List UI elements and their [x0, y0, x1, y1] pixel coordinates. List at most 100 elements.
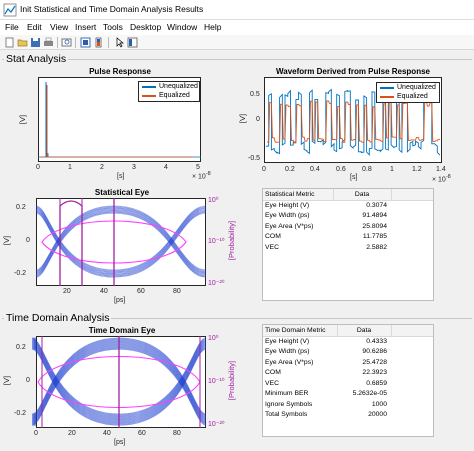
legend-entry: Unequalized: [139, 82, 199, 91]
stat-eye-y2tick: 10⁻²⁰: [208, 280, 225, 287]
time-metrics-table-panel: Time Domain Metric Data Eye Height (V) 0.…: [262, 324, 434, 437]
time-eye-xtick: 80: [173, 430, 181, 437]
stat-eye-xtick: 80: [173, 288, 181, 295]
pulse-legend[interactable]: Unequalized Equalized: [138, 81, 200, 102]
menu-bar: File Edit View Insert Tools Desktop Wind…: [0, 20, 474, 35]
menu-window[interactable]: Window: [167, 22, 197, 32]
stat-eye-ytick: 0: [26, 237, 30, 244]
waveform-xtick: 1: [390, 166, 394, 173]
toolbar: [0, 35, 474, 50]
table-row[interactable]: Eye Height (V) 0.3074: [263, 200, 433, 211]
table-row[interactable]: Eye Width (ps) 91.4894: [263, 211, 433, 222]
property-editor-icon[interactable]: [127, 37, 138, 48]
time-eye-plot: [31, 336, 207, 428]
pulse-xtick: 4: [164, 164, 168, 171]
table-row[interactable]: Eye Area (V*ps) 25.8094: [263, 221, 433, 232]
stat-eye-xtick: 40: [100, 288, 108, 295]
print-icon[interactable]: [43, 37, 54, 48]
stat-eye-title: Statistical Eye: [94, 188, 150, 197]
waveform-ytick: 0.5: [250, 91, 260, 98]
legend-entry: Equalized: [377, 92, 439, 101]
pulse-exponent: × 10-8: [192, 171, 211, 181]
menu-view[interactable]: View: [50, 22, 68, 32]
open-icon[interactable]: [17, 37, 28, 48]
table-row[interactable]: VEC 0.6859: [263, 378, 433, 389]
time-eye-y2label: [Probability]: [227, 360, 237, 401]
table-row[interactable]: Eye Height (V) 0.4333: [263, 336, 433, 347]
pulse-title: Pulse Response: [89, 67, 151, 76]
time-eye-ytick: 0.2: [16, 344, 26, 351]
table-row[interactable]: Minimum BER 5.2632e-05: [263, 389, 433, 400]
table-row[interactable]: COM 11.7785: [263, 232, 433, 243]
matlab-figure-icon: [3, 3, 17, 17]
bathtub-curve: [59, 200, 83, 286]
time-eye-title: Time Domain Eye: [88, 326, 156, 335]
stat-eye-ytick: -0.2: [14, 270, 27, 277]
waveform-legend[interactable]: Unequalized Equalized: [376, 82, 440, 103]
waveform-equalized-trace: [267, 100, 440, 144]
stat-eye-xtick: 20: [63, 288, 71, 295]
link-plot-icon[interactable]: [80, 37, 91, 48]
table-header[interactable]: Time Domain Metric: [263, 325, 338, 337]
time-metrics-table: Time Domain Metric Data Eye Height (V) 0.…: [263, 325, 433, 420]
toolbar-separator: [108, 37, 109, 48]
table-header[interactable]: Data: [333, 189, 392, 201]
waveform-xtick: 1.2: [412, 166, 422, 173]
toolbar-separator: [75, 37, 76, 48]
time-eye-xtick: 20: [68, 430, 76, 437]
time-eye-xtick: 60: [138, 430, 146, 437]
toolbar-separator: [57, 37, 58, 48]
print-preview-icon[interactable]: [61, 37, 72, 48]
time-eye-xlabel: [ps]: [114, 439, 126, 446]
menu-tools[interactable]: Tools: [103, 22, 123, 32]
legend-entry: Equalized: [139, 91, 199, 100]
waveform-ytick: -0.5: [248, 155, 261, 162]
stat-eye-y2tick: 10⁻¹⁰: [208, 238, 225, 245]
save-icon[interactable]: [30, 37, 41, 48]
legend-entry: Unequalized: [377, 83, 439, 92]
table-row[interactable]: Ignore Symbols 1000: [263, 399, 433, 410]
waveform-xtick: 0.6: [336, 166, 346, 173]
time-eye-ytick: 0: [26, 377, 30, 384]
stat-eye-xtick: 60: [137, 288, 145, 295]
stat-eye-y2label: [Probability]: [227, 220, 237, 261]
pulse-xtick: 0: [36, 164, 40, 171]
insert-colorbar-icon[interactable]: [93, 37, 104, 48]
time-eye-xtick: 0: [34, 430, 38, 437]
waveform-xtick: 0.4: [310, 166, 320, 173]
pulse-ylabel: [V]: [18, 114, 28, 125]
pulse-xlabel: [s]: [117, 173, 125, 180]
waveform-xtick: 0.2: [285, 166, 295, 173]
table-row[interactable]: VEC 2.5882: [263, 242, 433, 253]
time-eye-xtick: 40: [103, 430, 111, 437]
waveform-ylabel: [V]: [238, 113, 248, 124]
pulse-xtick: 2: [100, 164, 104, 171]
pulse-xtick: 5: [196, 164, 200, 171]
table-row[interactable]: COM 22.3923: [263, 368, 433, 379]
waveform-xtick: 0.8: [362, 166, 372, 173]
time-eye-ytick: -0.2: [14, 410, 27, 417]
menu-help[interactable]: Help: [204, 22, 221, 32]
pointer-icon[interactable]: [114, 37, 125, 48]
new-icon[interactable]: [4, 37, 15, 48]
table-row[interactable]: Eye Area (V*ps) 25.4728: [263, 357, 433, 368]
pulse-xtick: 1: [68, 164, 72, 171]
menu-edit[interactable]: Edit: [27, 22, 42, 32]
waveform-title: Waveform Derived from Pulse Response: [276, 67, 430, 76]
table-row[interactable]: Total Symbols 20000: [263, 410, 433, 421]
table-header[interactable]: Data: [337, 325, 392, 337]
menu-desktop[interactable]: Desktop: [130, 22, 161, 32]
waveform-xlabel: [s]: [350, 174, 358, 181]
stat-metrics-table: Statistical Metric Data Eye Height (V) 0.…: [263, 189, 433, 253]
stat-panel-title: Stat Analysis: [4, 53, 69, 65]
table-row[interactable]: Eye Width (ps) 90.6286: [263, 347, 433, 358]
window-title: Init Statistical and Time Domain Analysi…: [20, 4, 204, 14]
time-eye-y2tick: 10⁰: [208, 335, 219, 342]
title-bar: Init Statistical and Time Domain Analysi…: [0, 0, 474, 20]
waveform-exponent: × 10-8: [432, 174, 451, 184]
pulse-xtick: 3: [132, 164, 136, 171]
table-header[interactable]: Statistical Metric: [263, 189, 334, 201]
menu-file[interactable]: File: [5, 22, 19, 32]
stat-eye-ytick: 0.2: [16, 204, 26, 211]
menu-insert[interactable]: Insert: [75, 22, 96, 32]
